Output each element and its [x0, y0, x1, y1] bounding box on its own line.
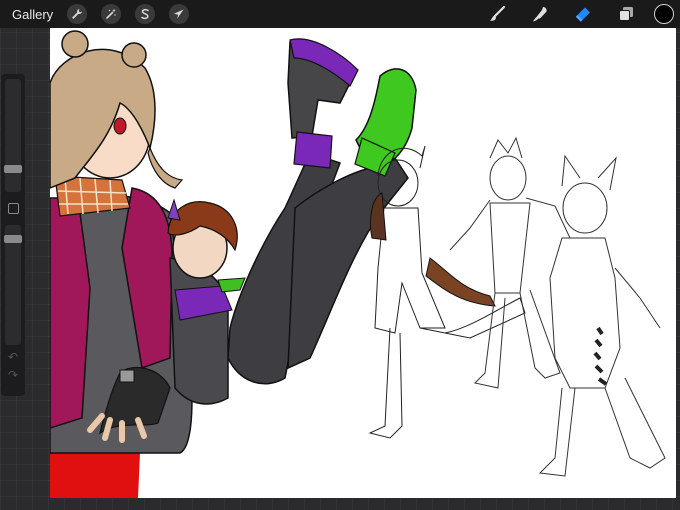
- arrow-cursor-icon: [174, 9, 184, 19]
- wrench-icon: [72, 9, 83, 19]
- gallery-button[interactable]: Gallery: [12, 7, 53, 22]
- bear-ear-right: [121, 42, 147, 68]
- brush-size-slider[interactable]: [4, 79, 22, 192]
- undo-icon[interactable]: ↶: [8, 351, 18, 363]
- smudge-tool-button[interactable]: [528, 2, 552, 26]
- hair-braid: [147, 146, 184, 189]
- sketch-spiky-boy: [449, 136, 571, 389]
- modify-button[interactable]: [7, 203, 19, 214]
- sketch-cat-eared-girl: [538, 154, 666, 477]
- eraser-icon: [575, 7, 590, 22]
- opacity-thumb[interactable]: [4, 235, 22, 243]
- bear-ear-left: [61, 30, 89, 58]
- layers-button[interactable]: [614, 2, 638, 26]
- eraser-tool-button[interactable]: [571, 2, 595, 26]
- drawing-canvas[interactable]: [50, 28, 676, 498]
- sketch-striped-tail: [593, 326, 608, 386]
- selection-s-icon: [141, 8, 149, 20]
- glove-plate: [119, 369, 135, 383]
- brush-icon: [490, 5, 506, 21]
- actions-button[interactable]: [67, 4, 88, 24]
- selection-button[interactable]: [135, 4, 156, 24]
- brush-sidebar: ↶ ↷: [1, 74, 25, 396]
- transform-button[interactable]: [169, 4, 190, 24]
- green-glove: [217, 277, 246, 293]
- adjustments-button[interactable]: [101, 4, 122, 24]
- layers-icon: [619, 7, 633, 21]
- sketch-tail-colored: [425, 257, 496, 307]
- color-picker-button[interactable]: [654, 4, 674, 24]
- purple-boot-strap: [293, 131, 333, 169]
- artwork-illustration: [50, 30, 666, 498]
- opacity-slider[interactable]: [4, 225, 22, 345]
- top-toolbar: Gallery: [0, 0, 680, 28]
- right-toolset: [466, 0, 680, 28]
- girl-eye: [113, 117, 127, 135]
- brush-tool-button[interactable]: [485, 2, 509, 26]
- smudge-icon: [533, 7, 547, 22]
- redo-icon[interactable]: ↷: [8, 369, 18, 381]
- magic-wand-icon: [106, 8, 116, 19]
- brush-size-thumb[interactable]: [4, 165, 22, 173]
- red-leggings: [50, 453, 140, 498]
